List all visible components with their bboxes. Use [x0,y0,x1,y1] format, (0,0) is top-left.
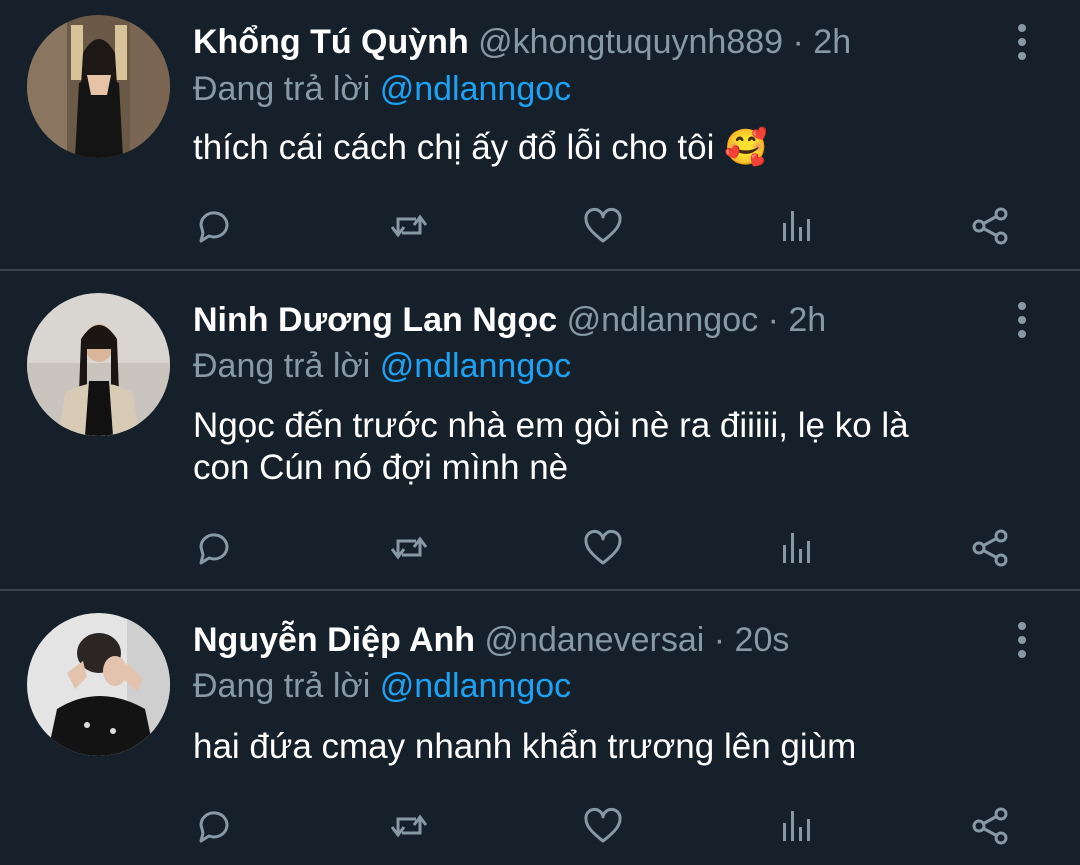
avatar-photo [27,293,170,436]
share-icon[interactable] [965,523,1015,573]
separator-dot: · [767,301,779,339]
timestamp[interactable]: 2h [813,23,851,61]
share-icon[interactable] [965,801,1015,851]
share-icon[interactable] [965,201,1015,251]
avatar[interactable] [27,293,170,436]
replying-label: Đang trả lời [193,347,371,385]
avatar[interactable] [27,15,170,158]
tweet-text: Ngọc đến trước nhà em gòi nè ra điiiii, … [193,405,1013,489]
more-options-icon[interactable] [1004,19,1040,65]
author-handle[interactable]: @ndlanngoc [567,301,758,339]
reply-icon[interactable] [189,523,239,573]
author-handle[interactable]: @khongtuquynh889 [478,23,783,61]
timestamp[interactable]: 20s [735,621,790,659]
timestamp[interactable]: 2h [788,301,826,339]
author-handle[interactable]: @ndaneversai [485,621,705,659]
replying-label: Đang trả lời [193,667,371,705]
separator-dot: · [792,23,804,61]
mention-link[interactable]: @ndlanngoc [380,70,571,108]
author-name[interactable]: Khổng Tú Quỳnh [193,23,469,61]
tweet[interactable]: Ninh Dương Lan Ngọc @ndlanngoc · 2h Đang… [0,271,1080,589]
replying-to: Đang trả lời @ndlanngoc [193,66,571,112]
tweet-text-line: hai đứa cmay nhanh khẩn trương lên giùm [193,727,857,766]
like-icon[interactable] [578,523,628,573]
avatar-photo [27,15,170,158]
replying-to: Đang trả lời @ndlanngoc [193,663,571,709]
avatar[interactable] [27,613,170,756]
tweet[interactable]: Khổng Tú Quỳnh @khongtuquynh889 · 2h Đan… [0,0,1080,270]
tweet-header: Khổng Tú Quỳnh @khongtuquynh889 · 2h [193,19,851,65]
retweet-icon[interactable] [384,201,434,251]
mention-link[interactable]: @ndlanngoc [380,667,571,705]
tweet-header: Ninh Dương Lan Ngọc @ndlanngoc · 2h [193,297,826,343]
reply-icon[interactable] [189,801,239,851]
tweet-text-line: thích cái cách chị ấy đổ lỗi cho tôi 🥰 [193,128,768,167]
mention-link[interactable]: @ndlanngoc [380,347,571,385]
tweet-header: Nguyễn Diệp Anh @ndaneversai · 20s [193,617,789,663]
analytics-icon[interactable] [771,523,821,573]
retweet-icon[interactable] [384,801,434,851]
replying-label: Đang trả lời [193,70,371,108]
reply-icon[interactable] [189,201,239,251]
action-bar [0,801,1080,851]
timeline: Khổng Tú Quỳnh @khongtuquynh889 · 2h Đan… [0,0,1080,865]
analytics-icon[interactable] [771,201,821,251]
more-options-icon[interactable] [1004,617,1040,663]
tweet-text-line: con Cún nó đợi mình nè [193,448,569,487]
separator-dot: · [713,621,726,659]
tweet-text-line: Ngọc đến trước nhà em gòi nè ra điiiii, … [193,406,909,445]
like-icon[interactable] [578,201,628,251]
more-options-icon[interactable] [1004,297,1040,343]
action-bar [0,201,1080,251]
retweet-icon[interactable] [384,523,434,573]
avatar-photo [27,613,170,756]
action-bar [0,523,1080,573]
like-icon[interactable] [578,801,628,851]
tweet-text: thích cái cách chị ấy đổ lỗi cho tôi 🥰 [193,127,1013,169]
tweet-text: hai đứa cmay nhanh khẩn trương lên giùm [193,726,1013,768]
author-name[interactable]: Ninh Dương Lan Ngọc [193,301,557,339]
tweet[interactable]: Nguyễn Diệp Anh @ndaneversai · 20s Đang … [0,591,1080,865]
analytics-icon[interactable] [771,801,821,851]
replying-to: Đang trả lời @ndlanngoc [193,343,571,389]
author-name[interactable]: Nguyễn Diệp Anh [193,621,475,659]
